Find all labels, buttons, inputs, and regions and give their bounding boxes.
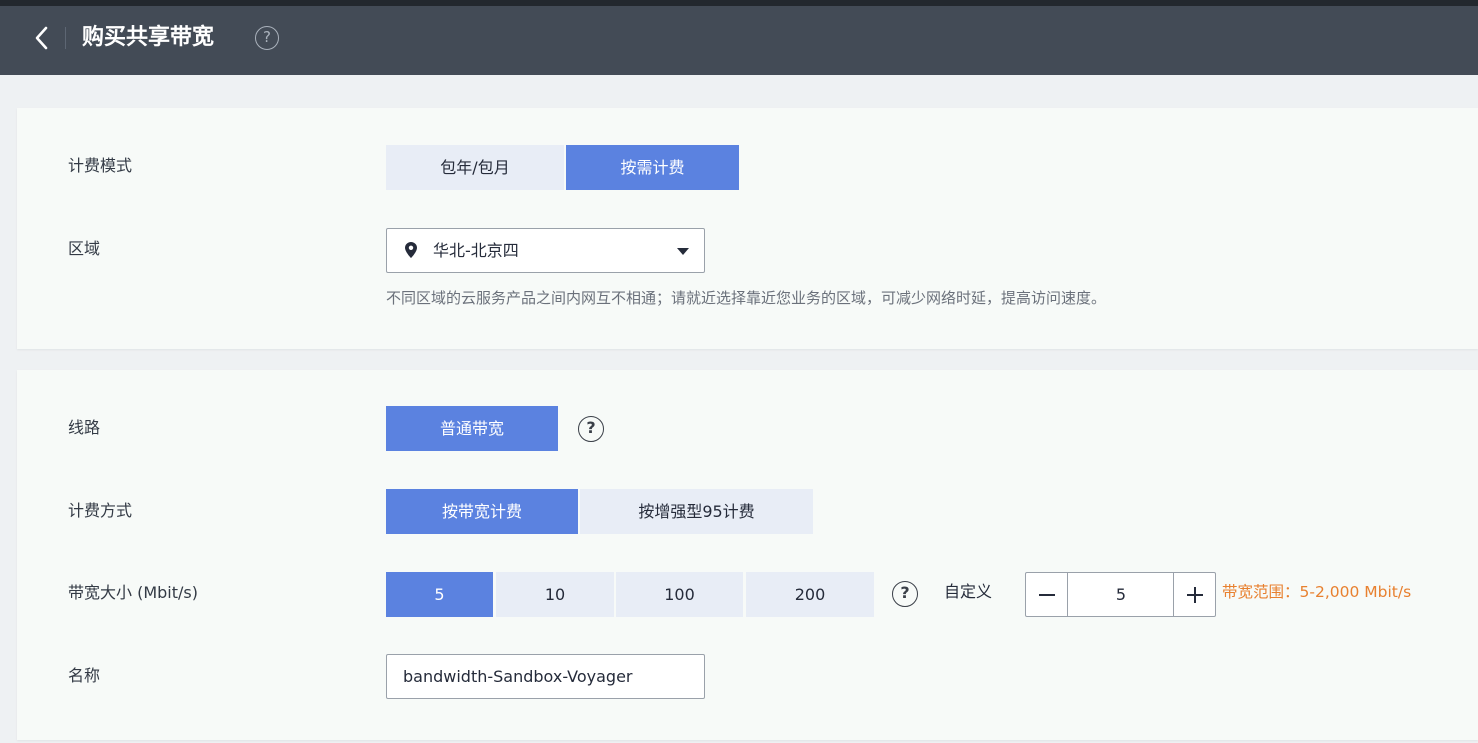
billing-method-by-bandwidth[interactable]: 按带宽计费 <box>386 489 578 534</box>
page-header: 购买共享带宽 ? <box>0 6 1478 75</box>
plus-icon <box>1186 586 1203 603</box>
bandwidth-option-100[interactable]: 100 <box>616 572 743 617</box>
name-label: 名称 <box>68 666 101 685</box>
billing-method-label: 计费方式 <box>68 501 133 520</box>
bandwidth-custom-input[interactable] <box>1068 573 1174 616</box>
custom-bandwidth-label: 自定义 <box>944 582 993 601</box>
map-pin-icon <box>405 242 417 258</box>
bandwidth-option-10[interactable]: 10 <box>496 572 614 617</box>
bandwidth-stepper <box>1025 572 1216 617</box>
billing-method-enhanced-95[interactable]: 按增强型95计费 <box>580 489 813 534</box>
page-title: 购买共享带宽 <box>82 25 215 50</box>
bandwidth-name-input[interactable] <box>386 654 705 699</box>
decrement-button[interactable] <box>1026 573 1068 616</box>
question-circle-icon[interactable]: ? <box>255 26 279 50</box>
minus-icon <box>1038 593 1055 596</box>
billing-mode-yearly-monthly[interactable]: 包年/包月 <box>386 145 564 190</box>
increment-button[interactable] <box>1173 573 1215 616</box>
billing-mode-pay-per-use[interactable]: 按需计费 <box>566 145 739 190</box>
region-label: 区域 <box>68 239 101 258</box>
caret-down-icon <box>677 248 689 255</box>
region-value: 华北-北京四 <box>433 241 519 260</box>
line-label: 线路 <box>68 418 101 437</box>
region-card: 计费模式 包年/包月 按需计费 区域 华北-北京四 不同区域的云服务产品之间内网… <box>17 108 1478 349</box>
chevron-left-icon <box>35 26 48 50</box>
region-select[interactable]: 华北-北京四 <box>386 228 705 273</box>
billing-mode-label: 计费模式 <box>68 156 133 175</box>
bandwidth-range-hint: 带宽范围：5-2,000 Mbit/s <box>1222 583 1412 601</box>
bandwidth-size-label: 带宽大小 (Mbit/s) <box>68 583 198 602</box>
question-circle-icon[interactable]: ? <box>578 416 604 442</box>
question-circle-icon[interactable]: ? <box>892 581 918 607</box>
line-option-standard[interactable]: 普通带宽 <box>386 406 558 451</box>
bandwidth-option-5[interactable]: 5 <box>386 572 493 617</box>
bandwidth-option-200[interactable]: 200 <box>746 572 874 617</box>
bandwidth-card: 线路 普通带宽 ? 计费方式 按带宽计费 按增强型95计费 带宽大小 (Mbit… <box>17 370 1478 740</box>
header-divider <box>65 27 66 49</box>
region-hint: 不同区域的云服务产品之间内网互不相通；请就近选择靠近您业务的区域，可减少网络时延… <box>386 289 1107 307</box>
back-button[interactable] <box>28 23 54 53</box>
